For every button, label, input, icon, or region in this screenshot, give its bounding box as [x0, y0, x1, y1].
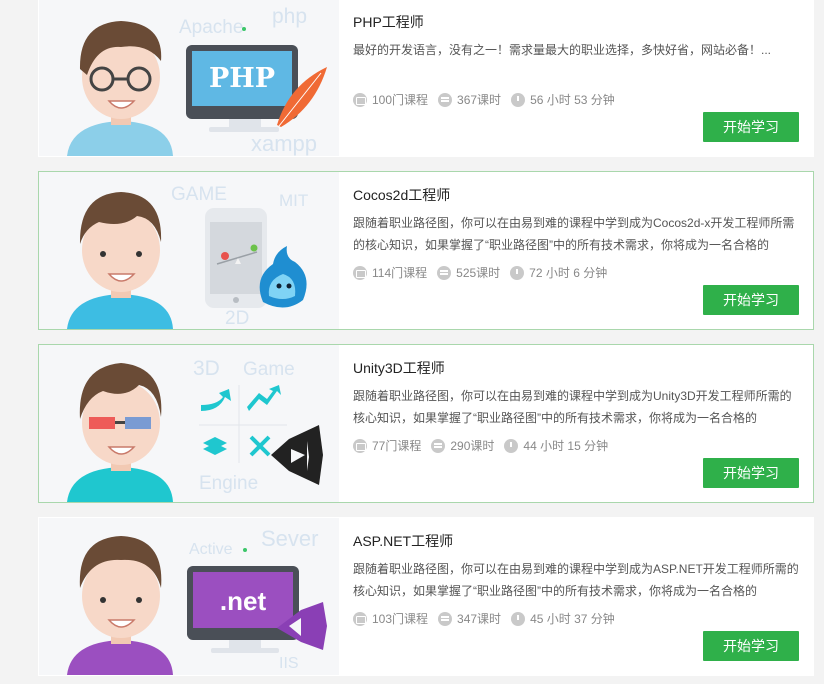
- path-title[interactable]: Unity3D工程师: [353, 358, 445, 378]
- path-thumbnail[interactable]: 3D Game Engine: [39, 345, 339, 502]
- svg-text:3D: 3D: [193, 357, 220, 380]
- path-meta: 114门课程 525课时 72 小时 6 分钟: [353, 264, 617, 281]
- path-meta: 100门课程 367课时 56 小时 53 分钟: [353, 91, 625, 108]
- path-meta: 77门课程 290课时 44 小时 15 分钟: [353, 437, 618, 454]
- svg-text:Apache: Apache: [179, 17, 243, 38]
- svg-text:Game: Game: [243, 359, 295, 380]
- book-icon: [353, 611, 367, 626]
- lesson-count: 290课时: [450, 439, 495, 453]
- svg-text:php: php: [272, 5, 307, 28]
- lesson-count: 367课时: [457, 93, 502, 107]
- path-card-php[interactable]: Apache php xampp PHP PHP工程师 最好的开发语言，没有之一…: [38, 0, 814, 157]
- path-card-aspnet[interactable]: Active Sever IIS .net ASP.NET工程师 跟随着职业路径…: [38, 517, 814, 676]
- path-card-unity3d[interactable]: 3D Game Engine Unity3D工程师 跟随着职业路径图，你可以在由…: [38, 344, 814, 503]
- svg-text:IIS: IIS: [279, 655, 299, 672]
- path-meta: 103门课程 347课时 45 小时 37 分钟: [353, 610, 625, 627]
- path-thumbnail[interactable]: Active Sever IIS .net: [39, 518, 339, 675]
- svg-text:MIT: MIT: [279, 191, 308, 210]
- duration: 44 小时 15 分钟: [523, 439, 609, 453]
- path-thumbnail[interactable]: Apache php xampp PHP: [39, 0, 339, 156]
- path-thumbnail[interactable]: GAME MIT 2D: [39, 172, 339, 329]
- path-description: 最好的开发语言，没有之一！需求量最大的职业选择，多快好省，网站必备！...: [353, 43, 772, 57]
- lesson-icon: [438, 611, 453, 626]
- book-icon: [353, 92, 367, 107]
- path-info: PHP工程师 最好的开发语言，没有之一！需求量最大的职业选择，多快好省，网站必备…: [353, 0, 799, 156]
- clock-icon: [511, 611, 526, 626]
- duration: 72 小时 6 分钟: [529, 266, 608, 280]
- path-description: 跟随着职业路径图，你可以在由易到难的课程中学到成为ASP.NET开发工程师所需的…: [353, 562, 799, 598]
- svg-text:Active: Active: [189, 541, 233, 558]
- start-learning-button[interactable]: 开始学习: [703, 458, 799, 488]
- svg-text:Engine: Engine: [199, 473, 258, 494]
- svg-text:Sever: Sever: [261, 526, 318, 551]
- path-info: Cocos2d工程师 跟随着职业路径图，你可以在由易到难的课程中学到成为Coco…: [353, 172, 799, 329]
- lesson-count: 347课时: [457, 612, 502, 626]
- start-learning-button[interactable]: 开始学习: [703, 285, 799, 315]
- start-learning-button[interactable]: 开始学习: [703, 631, 799, 661]
- path-card-cocos2d[interactable]: GAME MIT 2D Cocos2d工程师 跟随着职业路径图，你可以在由易到难…: [38, 171, 814, 330]
- path-title[interactable]: ASP.NET工程师: [353, 531, 453, 551]
- path-title[interactable]: Cocos2d工程师: [353, 185, 450, 205]
- svg-text:xampp: xampp: [251, 131, 317, 156]
- lesson-count: 525课时: [456, 266, 501, 280]
- path-description: 跟随着职业路径图，你可以在由易到难的课程中学到成为Cocos2d-x开发工程师所…: [353, 216, 795, 252]
- course-count: 77门课程: [372, 439, 422, 453]
- book-icon: [353, 265, 367, 280]
- duration: 45 小时 37 分钟: [530, 612, 615, 626]
- lesson-icon: [431, 438, 446, 453]
- course-count: 114门课程: [372, 266, 428, 280]
- career-path-list: Apache php xampp PHP PHP工程师 最好的开发语言，没有之一…: [0, 0, 824, 684]
- start-learning-button[interactable]: 开始学习: [703, 112, 799, 142]
- course-count: 103门课程: [372, 612, 429, 626]
- path-info: ASP.NET工程师 跟随着职业路径图，你可以在由易到难的课程中学到成为ASP.…: [353, 518, 799, 675]
- lesson-icon: [438, 92, 453, 107]
- lesson-icon: [437, 265, 452, 280]
- duration: 56 小时 53 分钟: [530, 93, 615, 107]
- path-title[interactable]: PHP工程师: [353, 12, 424, 32]
- path-description: 跟随着职业路径图，你可以在由易到难的课程中学到成为Unity3D开发工程师所需的…: [353, 389, 792, 425]
- clock-icon: [510, 265, 525, 280]
- svg-text:2D: 2D: [225, 308, 249, 329]
- svg-text:PHP: PHP: [209, 63, 275, 94]
- svg-text:.net: .net: [220, 586, 267, 616]
- clock-icon: [511, 92, 526, 107]
- course-count: 100门课程: [372, 93, 429, 107]
- book-icon: [353, 438, 367, 453]
- path-info: Unity3D工程师 跟随着职业路径图，你可以在由易到难的课程中学到成为Unit…: [353, 345, 799, 502]
- svg-text:GAME: GAME: [171, 184, 227, 205]
- clock-icon: [504, 438, 519, 453]
